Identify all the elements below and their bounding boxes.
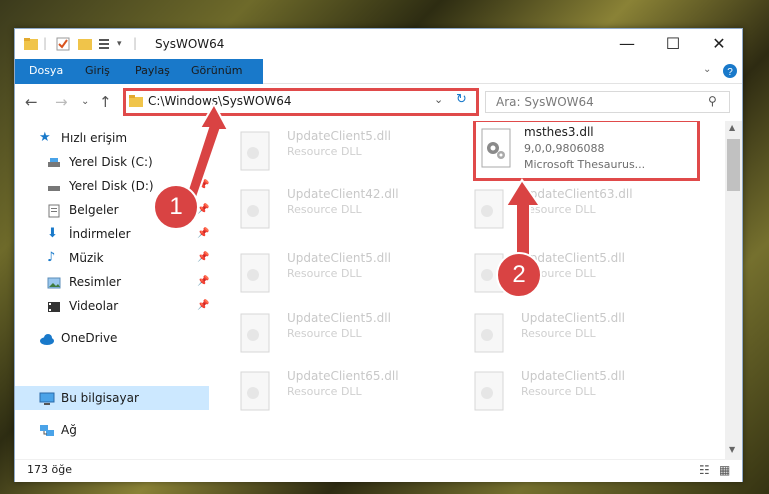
callout-badge-1: 1	[153, 184, 199, 230]
refresh-icon[interactable]: ↻	[456, 92, 467, 107]
list-item[interactable]: UpdateClient5.dll Resource DLL	[239, 307, 459, 363]
forward-arrow-icon[interactable]: →	[55, 93, 68, 111]
list-item[interactable]: UpdateClient5.dll Resource DLL	[473, 365, 693, 421]
network-icon	[39, 423, 54, 437]
window-title: SysWOW64	[155, 37, 225, 51]
list-item[interactable]: UpdateClient5.dll Resource DLL	[239, 247, 459, 303]
music-icon: ♪	[47, 250, 56, 265]
search-icon[interactable]: ⚲	[708, 94, 717, 108]
dll-file-icon	[240, 253, 270, 293]
close-button[interactable]: ✕	[696, 29, 742, 59]
svg-text:?: ?	[727, 67, 733, 78]
file-version: 9,0,0,9806088	[524, 142, 605, 155]
explorer-window: | ▾ | SysWOW64 — ☐ ✕ Dosya Giriş Paylaş …	[14, 28, 743, 482]
back-arrow-icon[interactable]: ←	[25, 93, 38, 111]
minimize-button[interactable]: —	[604, 29, 650, 59]
list-item[interactable]: UpdateClient5.dll Resource DLL	[473, 307, 693, 363]
cloud-icon	[39, 331, 54, 345]
maximize-button[interactable]: ☐	[650, 29, 696, 59]
dll-file-icon	[240, 131, 270, 171]
details-view-icon[interactable]: ☷	[699, 463, 710, 477]
customize-icon[interactable]	[97, 36, 113, 52]
separator: |	[133, 36, 138, 50]
search-box[interactable]: Ara: SysWOW64 ⚲	[485, 91, 730, 113]
dll-file-icon	[474, 371, 504, 411]
tab-view[interactable]: Görünüm	[191, 59, 242, 83]
help-icon[interactable]: ?	[723, 64, 737, 78]
drive-icon	[47, 179, 61, 193]
computer-icon	[39, 391, 55, 405]
large-icons-view-icon[interactable]: ▦	[719, 463, 730, 477]
dll-file-icon	[240, 189, 270, 229]
search-placeholder: Ara: SysWOW64	[496, 95, 594, 109]
item-count: 173 öğe	[27, 463, 72, 476]
picture-icon	[47, 275, 61, 289]
star-icon: ★	[39, 130, 51, 145]
properties-icon[interactable]	[55, 36, 71, 52]
folder-icon	[129, 95, 143, 107]
chevron-down-icon[interactable]: ▾	[117, 39, 133, 55]
pin-icon[interactable]: 📌	[197, 247, 209, 269]
tab-share[interactable]: Paylaş	[135, 59, 170, 83]
dll-file-icon	[481, 128, 511, 168]
up-arrow-icon[interactable]: ↑	[99, 93, 112, 111]
tab-home[interactable]: Giriş	[85, 59, 110, 83]
list-item[interactable]: UpdateClient65.dll Resource DLL	[239, 365, 459, 421]
chevron-down-icon[interactable]: ⌄	[703, 64, 711, 75]
list-item[interactable]: UpdateClient42.dll Resource DLL	[239, 183, 459, 239]
status-bar: 173 öğe ☷ ▦	[15, 459, 742, 482]
dll-file-icon	[474, 313, 504, 353]
drive-icon	[47, 155, 61, 169]
scroll-up-icon[interactable]: ▲	[729, 123, 735, 132]
file-name: msthes3.dll	[524, 125, 594, 139]
dll-file-icon	[240, 371, 270, 411]
download-icon: ⬇	[47, 226, 58, 241]
recent-chevron-icon[interactable]: ⌄	[81, 96, 89, 107]
folder-icon	[24, 38, 38, 50]
callout-badge-2: 2	[496, 252, 542, 298]
title-bar: | ▾ | SysWOW64 — ☐ ✕	[15, 29, 742, 59]
new-folder-icon[interactable]	[77, 36, 93, 52]
scroll-down-icon[interactable]: ▼	[729, 445, 735, 454]
navigation-bar: ← → ⌄ ↑ C:\Windows\SysWOW64 ⌄ ↻ Ara: Sys…	[15, 84, 742, 120]
chevron-down-icon[interactable]: ⌄	[434, 93, 443, 106]
pin-icon[interactable]: 📌	[197, 295, 209, 317]
scroll-thumb[interactable]	[727, 139, 740, 191]
document-icon	[47, 203, 61, 218]
list-item[interactable]: UpdateClient5.dll Resource DLL	[239, 125, 459, 181]
video-icon	[47, 299, 61, 313]
pin-icon[interactable]: 📌	[197, 271, 209, 293]
file-list: UpdateClient5.dll Resource DLL msthes3.d…	[211, 121, 725, 459]
pin-icon[interactable]: 📌	[197, 223, 209, 245]
file-description: Microsoft Thesaurus...	[524, 158, 646, 171]
highlighted-file-msthes3[interactable]: msthes3.dll 9,0,0,9806088 Microsoft Thes…	[473, 121, 700, 181]
dll-file-icon	[240, 313, 270, 353]
vertical-scrollbar[interactable]: ▲ ▼	[725, 121, 742, 459]
ribbon-tabs: Dosya Giriş Paylaş Görünüm ⌄ ?	[15, 59, 742, 115]
